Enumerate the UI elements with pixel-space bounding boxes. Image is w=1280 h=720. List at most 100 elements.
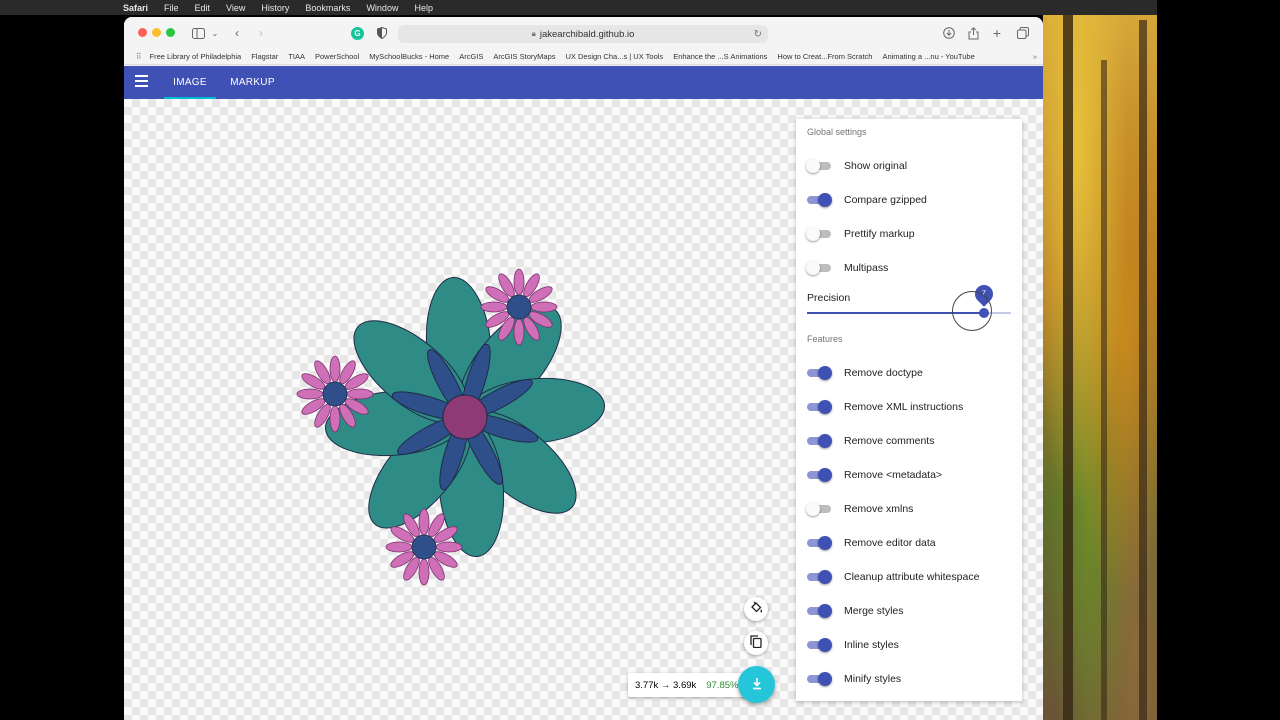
menu-edit[interactable]: Edit	[195, 3, 211, 13]
toggle-switch[interactable]	[807, 366, 832, 380]
grammarly-extension-icon[interactable]: G	[351, 27, 364, 40]
toggle-switch[interactable]	[807, 604, 832, 618]
menu-file[interactable]: File	[164, 3, 179, 13]
menu-history[interactable]: History	[261, 3, 289, 13]
setting-label: Prettify markup	[844, 228, 915, 240]
setting-label: Multipass	[844, 262, 889, 274]
feature-remove-comments[interactable]: Remove comments	[807, 434, 934, 448]
desktop-left-edge	[0, 15, 124, 720]
toggle-switch[interactable]	[807, 468, 832, 482]
bookmark-item[interactable]: Animating a ...nu - YouTube	[882, 52, 974, 61]
feature-remove-xml-instructions[interactable]: Remove XML instructions	[807, 400, 963, 414]
bookmark-item[interactable]: TIAA	[288, 52, 305, 61]
feature-remove-metadata[interactable]: Remove <metadata>	[807, 468, 942, 482]
setting-show-original[interactable]: Show original	[806, 159, 908, 173]
back-icon[interactable]: ‹	[229, 25, 245, 41]
more-bookmarks-icon[interactable]: »	[1033, 52, 1037, 61]
bookmark-item[interactable]: ArcGIS StoryMaps	[493, 52, 555, 61]
menu-window[interactable]: Window	[366, 3, 398, 13]
feature-label: Remove XML instructions	[844, 401, 964, 413]
toggle-switch[interactable]	[807, 434, 832, 448]
feature-label: Remove <metadata>	[844, 469, 943, 481]
bookmark-item[interactable]: How to Creat...From Scratch	[777, 52, 872, 61]
grid-icon[interactable]: ⠿	[136, 52, 142, 61]
size-comparison: 3.77k → 3.69k	[635, 679, 697, 691]
tab-markup[interactable]: MARKUP	[224, 66, 281, 99]
minimize-window-button[interactable]	[152, 28, 161, 37]
bookmarks-bar: ⠿ Free Library of Philadelphia Flagstar …	[124, 49, 1043, 65]
background-toggle-button[interactable]	[744, 597, 768, 621]
feature-remove-doctype[interactable]: Remove doctype	[807, 366, 923, 380]
setting-multipass[interactable]: Multipass	[806, 261, 889, 275]
paint-bucket-icon	[750, 601, 763, 617]
download-icon	[751, 677, 763, 693]
feature-label: Remove comments	[844, 435, 935, 447]
feature-remove-editor-data[interactable]: Remove editor data	[807, 536, 936, 550]
feature-inline-styles[interactable]: Inline styles	[807, 638, 899, 652]
feature-label: Remove xmlns	[844, 503, 914, 515]
bookmark-item[interactable]: Enhance the ...S Animations	[673, 52, 767, 61]
tab-overview-icon[interactable]	[1015, 25, 1031, 41]
address-bar[interactable]: 🔒︎ jakearchibald.github.io ↻	[398, 25, 768, 43]
toggle-switch[interactable]	[807, 193, 832, 207]
menu-view[interactable]: View	[226, 3, 245, 13]
toggle-switch[interactable]	[806, 502, 831, 516]
pointer-cursor-highlight	[952, 291, 993, 331]
toggle-switch[interactable]	[807, 570, 832, 584]
macos-menubar: Safari File Edit View History Bookmarks …	[0, 0, 1157, 15]
bookmark-item[interactable]: MySchoolBucks - Home	[369, 52, 449, 61]
global-settings-title: Global settings	[807, 127, 867, 137]
menu-bookmarks[interactable]: Bookmarks	[305, 3, 350, 13]
feature-cleanup-attribute-whitespace[interactable]: Cleanup attribute whitespace	[807, 570, 979, 584]
toggle-switch[interactable]	[807, 400, 832, 414]
toggle-switch[interactable]	[806, 261, 831, 275]
feature-minify-styles[interactable]: Minify styles	[807, 672, 901, 686]
close-window-button[interactable]	[138, 28, 147, 37]
bookmark-item[interactable]: ArcGIS	[459, 52, 483, 61]
copy-icon	[750, 635, 762, 651]
bookmark-item[interactable]: Free Library of Philadelphia	[150, 52, 242, 61]
setting-compare-gzipped[interactable]: Compare gzipped	[807, 193, 927, 207]
share-icon[interactable]	[965, 25, 981, 41]
feature-label: Inline styles	[844, 639, 899, 651]
toggle-switch[interactable]	[807, 672, 832, 686]
setting-prettify-markup[interactable]: Prettify markup	[806, 227, 915, 241]
bookmark-item[interactable]: PowerSchool	[315, 52, 359, 61]
settings-panel: Global settings Show original Compare gz…	[796, 119, 1022, 701]
download-button[interactable]	[738, 666, 775, 703]
menu-icon[interactable]	[135, 75, 148, 87]
menu-help[interactable]: Help	[414, 3, 433, 13]
feature-label: Remove editor data	[844, 537, 936, 549]
forward-icon[interactable]: ›	[253, 25, 269, 41]
reload-icon[interactable]: ↻	[754, 29, 762, 40]
setting-label: Show original	[844, 160, 908, 172]
sidebar-toggle-icon[interactable]	[190, 25, 206, 41]
feature-merge-styles[interactable]: Merge styles	[807, 604, 904, 618]
toggle-switch[interactable]	[806, 227, 831, 241]
chevron-down-icon[interactable]: ⌄	[207, 25, 223, 41]
svg-preview-image	[296, 268, 606, 586]
feature-label: Merge styles	[844, 605, 904, 617]
bookmark-item[interactable]: UX Design Cha...s | UX Tools	[566, 52, 664, 61]
tab-image[interactable]: IMAGE	[164, 66, 216, 99]
browser-toolbar: ⌄ ‹ › G 🔒︎ jakearchibald.github.io ↻ +	[124, 17, 1043, 49]
tab-image-label: IMAGE	[173, 77, 207, 88]
setting-label: Compare gzipped	[844, 194, 927, 206]
size-percentage: 97.85%	[706, 679, 739, 691]
app-header: IMAGE MARKUP	[124, 66, 1043, 99]
zoom-window-button[interactable]	[166, 28, 175, 37]
features-title: Features	[807, 334, 843, 344]
toggle-switch[interactable]	[807, 536, 832, 550]
feature-label: Minify styles	[844, 673, 902, 685]
new-tab-icon[interactable]: +	[989, 25, 1005, 41]
copy-button[interactable]	[744, 631, 768, 655]
feature-remove-xmlns[interactable]: Remove xmlns	[806, 502, 914, 516]
desktop-wallpaper	[1043, 0, 1157, 720]
toggle-switch[interactable]	[806, 159, 831, 173]
menu-app-name[interactable]: Safari	[123, 3, 148, 13]
toggle-switch[interactable]	[807, 638, 832, 652]
bookmark-item[interactable]: Flagstar	[251, 52, 278, 61]
downloads-icon[interactable]	[941, 25, 957, 41]
privacy-shield-icon[interactable]	[374, 25, 390, 41]
image-preview-canvas[interactable]: Global settings Show original Compare gz…	[124, 99, 1043, 720]
